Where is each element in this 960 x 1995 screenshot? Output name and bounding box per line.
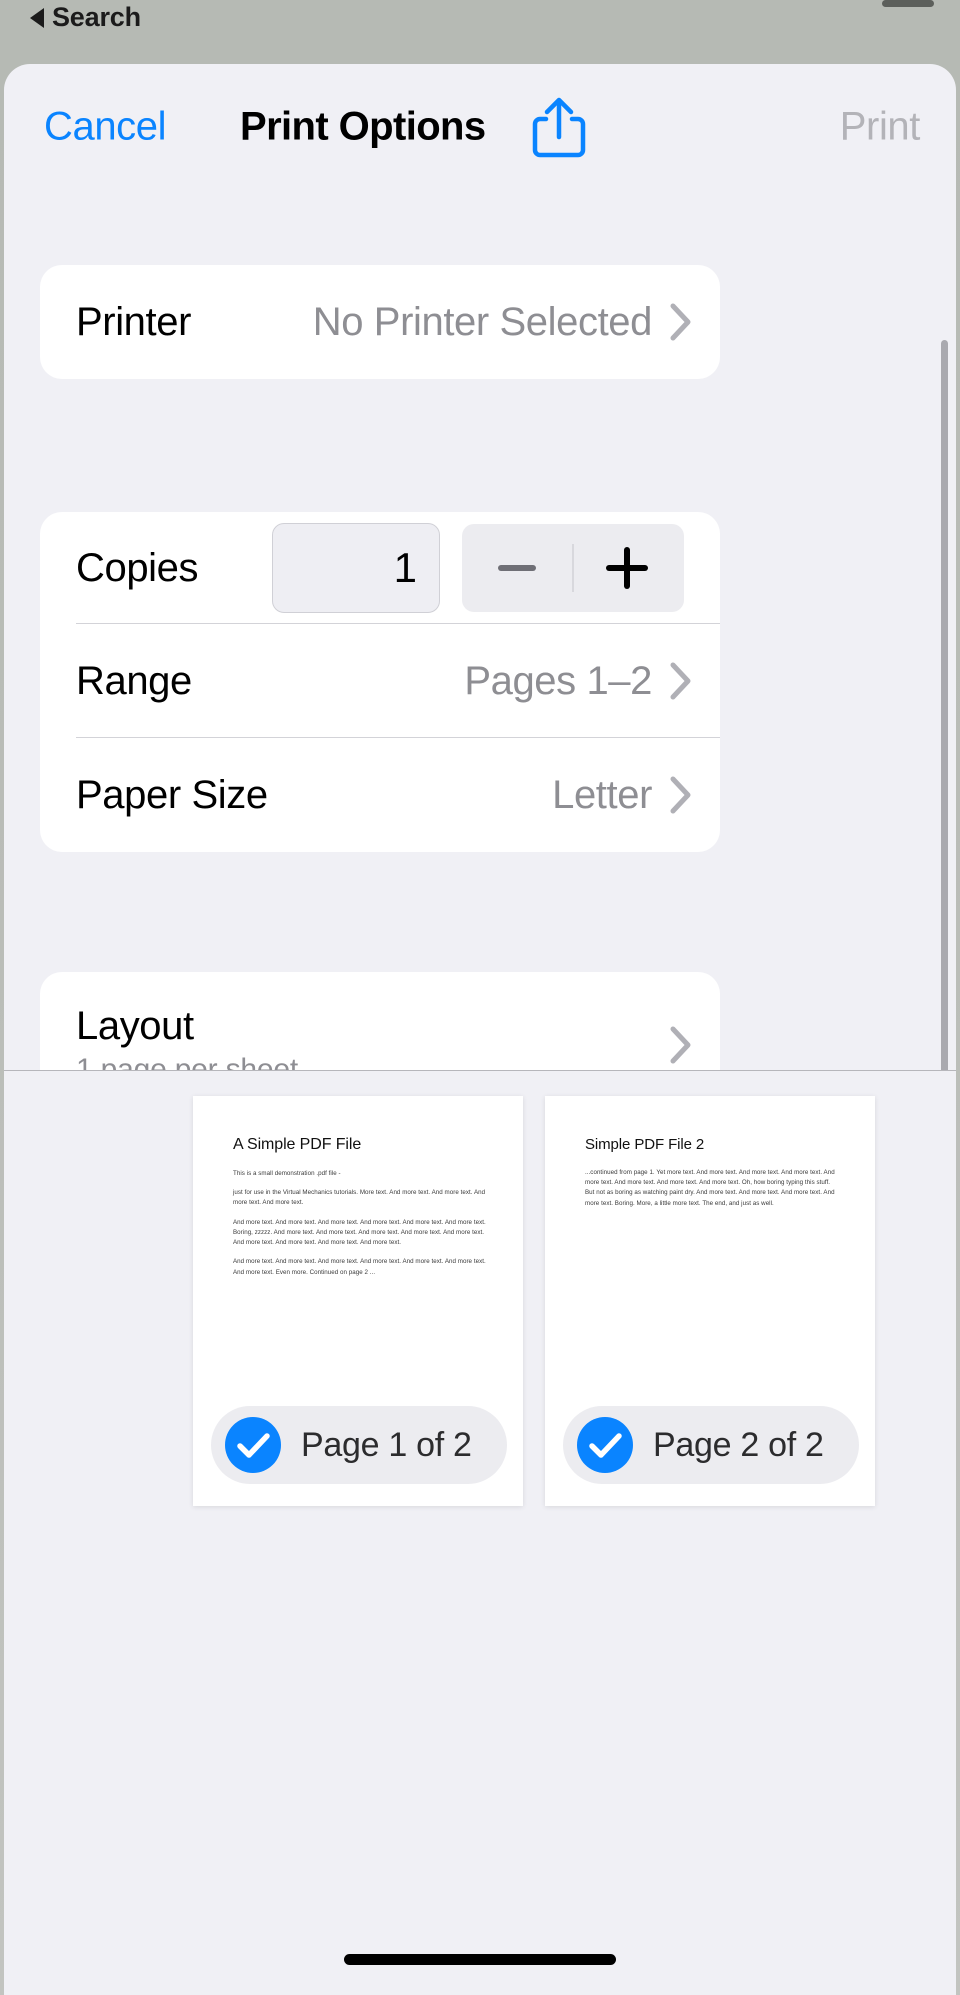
pdf-paragraph: This is a small demonstration .pdf file …: [233, 1170, 341, 1177]
page-preview-area: A Simple PDF File This is a small demons…: [4, 1071, 956, 1995]
page-badge-label: Page 2 of 2: [653, 1425, 824, 1464]
stepper-divider: [572, 544, 574, 592]
page-select-badge[interactable]: Page 2 of 2: [563, 1406, 859, 1484]
copies-stepper: [462, 524, 684, 612]
checkmark-icon: [577, 1417, 633, 1473]
pdf-paragraph: And more text. And more text. And more t…: [233, 1258, 486, 1276]
pdf-document-title: A Simple PDF File: [233, 1136, 362, 1153]
copies-increment-button[interactable]: [572, 524, 682, 612]
layout-title: Layout: [76, 1003, 194, 1048]
print-settings-card: Copies 1 Range Pages 1–2 Paper Size Lett…: [40, 512, 720, 852]
chevron-right-icon: [670, 1026, 691, 1064]
printer-value: No Printer Selected: [312, 299, 653, 344]
minus-icon: [498, 565, 536, 571]
share-icon[interactable]: [528, 95, 590, 159]
page-badge-label: Page 1 of 2: [301, 1425, 472, 1464]
printer-label: Printer: [76, 299, 192, 344]
print-options-sheet: Cancel Print Options Print Printer No Pr…: [4, 64, 956, 1995]
chevron-right-icon: [670, 776, 691, 814]
copies-row: Copies 1: [40, 512, 720, 624]
printer-card: Printer No Printer Selected: [40, 265, 720, 379]
pdf-document-title: Simple PDF File 2: [585, 1136, 705, 1153]
copies-decrement-button[interactable]: [462, 524, 572, 612]
options-scroll-area: Printer No Printer Selected Copies 1 Ran…: [4, 265, 956, 1145]
copies-label: Copies: [76, 545, 199, 590]
back-to-search-button[interactable]: Search: [30, 2, 141, 33]
page-title: Print Options: [240, 104, 486, 149]
copies-input[interactable]: 1: [272, 523, 440, 613]
vertical-scrollbar[interactable]: [941, 340, 948, 1100]
pdf-paragraph: ...continued from page 1. Yet more text.…: [585, 1169, 835, 1207]
range-label: Range: [76, 658, 192, 703]
back-caret-icon: [30, 7, 44, 28]
chevron-right-icon: [670, 303, 691, 341]
sheet-navigation-bar: Cancel Print Options Print: [4, 64, 956, 190]
page-select-badge[interactable]: Page 1 of 2: [211, 1406, 507, 1484]
status-bar: Search: [0, 0, 960, 60]
paper-size-row[interactable]: Paper Size Letter: [40, 738, 720, 852]
print-button[interactable]: Print: [840, 105, 921, 150]
status-bar-indicator: [882, 0, 934, 7]
range-row[interactable]: Range Pages 1–2: [40, 624, 720, 738]
pdf-paragraph: just for use in the Virtual Mechanics tu…: [233, 1189, 486, 1207]
back-button-label: Search: [52, 2, 141, 32]
paper-size-label: Paper Size: [76, 772, 268, 817]
paper-size-value: Letter: [552, 772, 652, 817]
range-value: Pages 1–2: [464, 658, 652, 703]
page-thumbnail[interactable]: A Simple PDF File This is a small demons…: [193, 1096, 523, 1506]
cancel-button[interactable]: Cancel: [44, 105, 167, 150]
page-preview-track[interactable]: A Simple PDF File This is a small demons…: [193, 1096, 875, 1506]
plus-icon: [606, 547, 648, 589]
home-indicator: [344, 1954, 616, 1965]
checkmark-icon: [225, 1417, 281, 1473]
pdf-paragraph: And more text. And more text. And more t…: [233, 1218, 486, 1247]
printer-row[interactable]: Printer No Printer Selected: [40, 265, 720, 379]
chevron-right-icon: [670, 662, 691, 700]
page-thumbnail[interactable]: Simple PDF File 2 ...continued from page…: [545, 1096, 875, 1506]
